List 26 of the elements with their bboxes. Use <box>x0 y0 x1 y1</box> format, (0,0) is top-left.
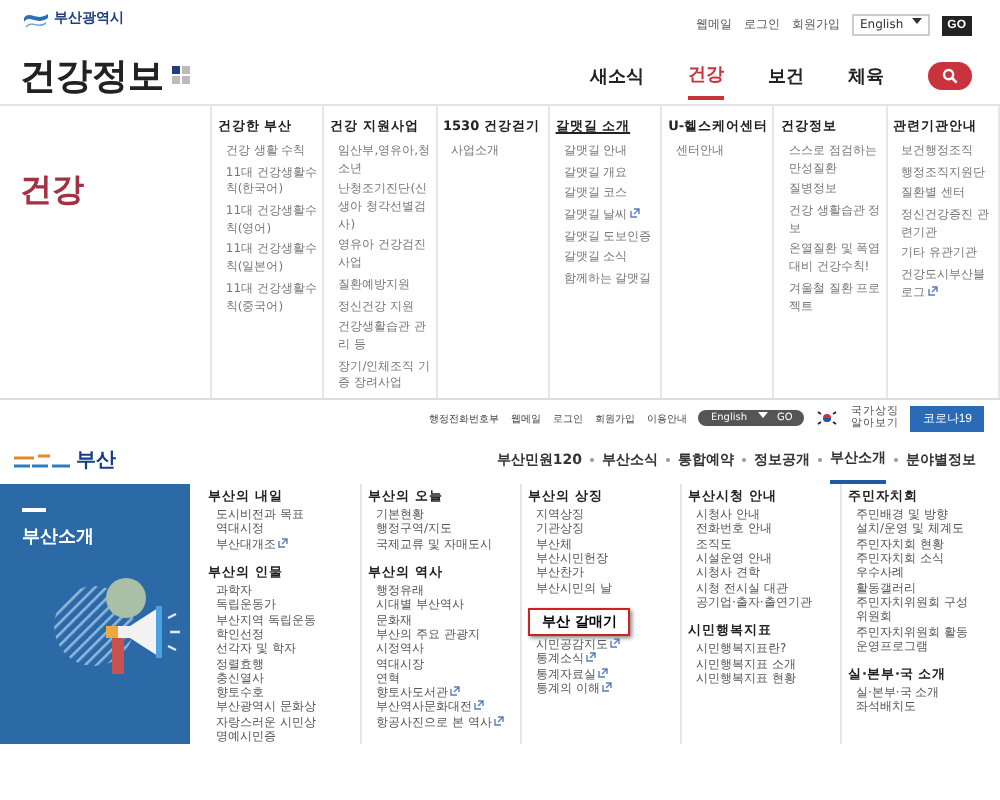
nav-tab[interactable]: 새소식 <box>590 55 644 97</box>
external-link-icon <box>586 652 596 663</box>
caret-icon <box>757 412 767 418</box>
external-link-icon <box>601 681 612 692</box>
nav-tab[interactable]: 보건 <box>768 55 804 97</box>
external-link-icon <box>493 715 504 726</box>
nav-tab[interactable]: 체육 <box>848 55 884 97</box>
search-icon <box>942 68 958 84</box>
section-title: 건강정보 <box>20 54 164 100</box>
flag-icon[interactable] <box>816 410 839 426</box>
search-button[interactable] <box>928 62 972 90</box>
slogan-drawing <box>12 451 72 469</box>
caret-icon <box>911 18 922 24</box>
logo-icon <box>24 9 48 27</box>
external-link-icon <box>450 686 460 697</box>
menu-heading: 건강 <box>20 170 84 208</box>
nav-tab[interactable]: 건강 <box>688 53 724 99</box>
grid-icon[interactable] <box>172 66 192 86</box>
external-link-icon <box>629 208 640 219</box>
external-link-icon <box>474 700 484 711</box>
panel-title: 부산소개 <box>22 526 96 550</box>
external-link-icon <box>927 285 938 296</box>
external-link-icon <box>598 667 608 677</box>
external-link-icon <box>610 637 620 648</box>
site-logo[interactable]: 부산 <box>12 446 116 474</box>
external-link-icon <box>278 537 288 548</box>
